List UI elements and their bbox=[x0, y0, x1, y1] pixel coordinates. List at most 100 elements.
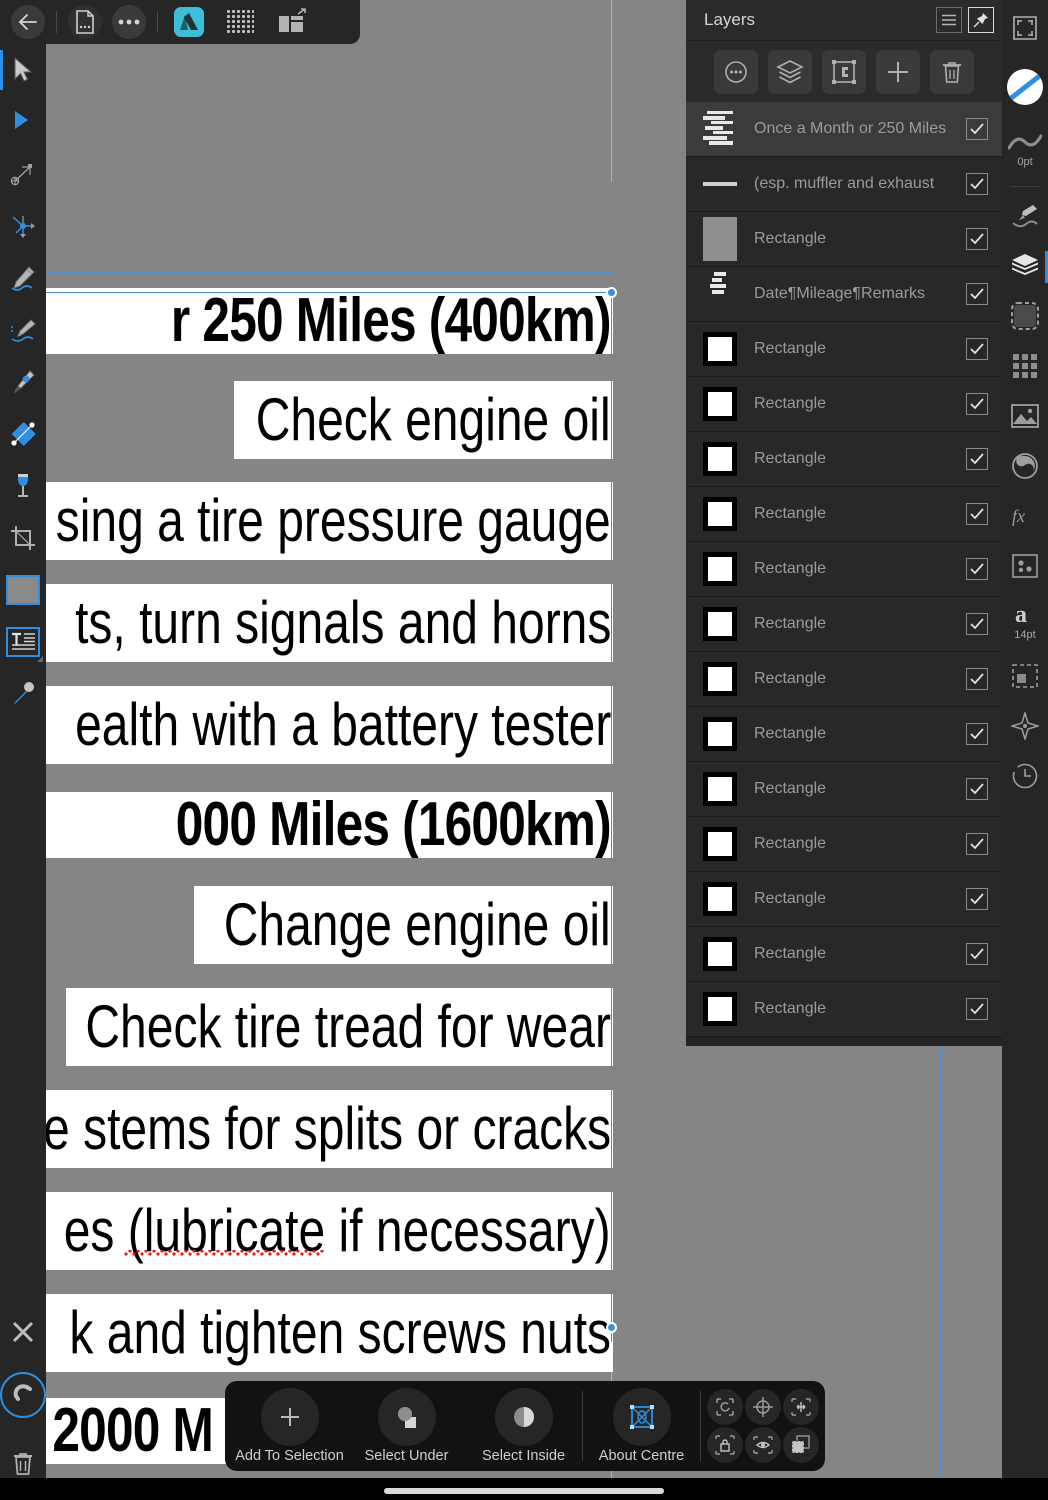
corner-tool[interactable] bbox=[0, 148, 46, 200]
rectangle-tool[interactable] bbox=[0, 564, 46, 616]
layers-list[interactable]: Once a Month or 250 Miles (esp. muffler … bbox=[686, 102, 1002, 1046]
context-toolbar[interactable]: Add To Selection Select Under Select Ins… bbox=[225, 1381, 825, 1471]
close-tools-button[interactable] bbox=[0, 1302, 46, 1362]
layer-row[interactable]: Rectangle bbox=[686, 927, 1002, 982]
selection-button[interactable] bbox=[1002, 291, 1048, 341]
layer-visibility-checkbox[interactable] bbox=[966, 228, 988, 250]
document-menu-button[interactable] bbox=[63, 4, 107, 40]
layer-row[interactable]: Rectangle bbox=[686, 322, 1002, 377]
layer-row[interactable]: Rectangle bbox=[686, 377, 1002, 432]
assets-button[interactable] bbox=[1002, 391, 1048, 441]
layer-row[interactable]: Rectangle bbox=[686, 597, 1002, 652]
duplicate-object-button[interactable] bbox=[783, 1427, 819, 1463]
canvas-text-row[interactable]: Check tire tread for wear bbox=[66, 988, 613, 1066]
top-toolbar[interactable] bbox=[0, 0, 360, 44]
canvas-text-row[interactable]: sing a tire pressure gauge bbox=[46, 482, 613, 560]
studio-sidebar[interactable]: 0pt fx a 14pt bbox=[1002, 0, 1048, 1500]
grid-studio-button[interactable] bbox=[1002, 341, 1048, 391]
selection-handle[interactable] bbox=[606, 287, 617, 298]
transform-tool[interactable] bbox=[0, 200, 46, 252]
mask-layer-button[interactable] bbox=[822, 49, 866, 94]
brushes-button[interactable] bbox=[1002, 191, 1048, 241]
crop-tool[interactable] bbox=[0, 512, 46, 564]
swatches-button[interactable] bbox=[1002, 541, 1048, 591]
layer-options-button[interactable] bbox=[714, 49, 758, 94]
tools-sidebar[interactable] bbox=[0, 0, 46, 1500]
rotation-mode-button[interactable] bbox=[707, 1389, 743, 1425]
layer-visibility-checkbox[interactable] bbox=[966, 943, 988, 965]
layer-row[interactable]: Rectangle bbox=[686, 652, 1002, 707]
history-button[interactable] bbox=[1002, 751, 1048, 801]
canvas-text-row[interactable]: Change engine oil bbox=[194, 886, 613, 964]
pencil-tool[interactable] bbox=[0, 252, 46, 304]
layer-visibility-checkbox[interactable] bbox=[966, 118, 988, 140]
frame-text-tool[interactable] bbox=[0, 616, 46, 668]
layer-visibility-checkbox[interactable] bbox=[966, 998, 988, 1020]
add-layer-button[interactable] bbox=[876, 49, 920, 94]
layer-stack-button[interactable] bbox=[768, 49, 812, 94]
layer-row[interactable]: Rectangle bbox=[686, 542, 1002, 597]
layer-row[interactable]: Rectangle bbox=[686, 762, 1002, 817]
canvas-text-row[interactable]: ts, turn signals and horns bbox=[46, 584, 613, 662]
canvas-text-row[interactable]: 000 Miles (1600km) bbox=[46, 792, 613, 858]
app-persona-button[interactable] bbox=[164, 4, 214, 40]
centre-point-button[interactable] bbox=[745, 1389, 781, 1425]
canvas-text-row[interactable]: k and tighten screws nuts bbox=[46, 1294, 613, 1372]
layer-visibility-checkbox[interactable] bbox=[966, 668, 988, 690]
layer-visibility-checkbox[interactable] bbox=[966, 448, 988, 470]
transform-studio-button[interactable] bbox=[1002, 651, 1048, 701]
layer-row[interactable]: Once a Month or 250 Miles bbox=[686, 102, 1002, 157]
canvas-text-row[interactable]: e stems for splits or cracks bbox=[46, 1090, 613, 1168]
layer-row[interactable]: Rectangle bbox=[686, 432, 1002, 487]
layer-row[interactable]: Date¶Mileage¶Remarks bbox=[686, 267, 1002, 322]
select-under-button[interactable]: Select Under bbox=[348, 1381, 465, 1471]
move-tool[interactable] bbox=[0, 44, 46, 96]
delete-layer-button[interactable] bbox=[930, 49, 974, 94]
export-persona-button[interactable] bbox=[266, 4, 318, 40]
canvas-text-row[interactable]: es (lubricate if necessary) bbox=[46, 1192, 613, 1270]
navigator-button[interactable] bbox=[1002, 701, 1048, 751]
layer-visibility-checkbox[interactable] bbox=[966, 338, 988, 360]
layer-row[interactable]: Rectangle bbox=[686, 487, 1002, 542]
stroke-button[interactable]: 0pt bbox=[1002, 118, 1048, 182]
layer-row[interactable]: Rectangle bbox=[686, 707, 1002, 762]
canvas-text-row[interactable]: Check engine oil bbox=[234, 381, 613, 459]
vector-brush-tool[interactable] bbox=[0, 304, 46, 356]
lock-object-button[interactable] bbox=[707, 1427, 743, 1463]
back-button[interactable] bbox=[6, 4, 50, 40]
layers-studio-button[interactable] bbox=[1002, 241, 1048, 291]
layer-visibility-checkbox[interactable] bbox=[966, 613, 988, 635]
layer-visibility-checkbox[interactable] bbox=[966, 778, 988, 800]
distribute-button[interactable] bbox=[783, 1389, 819, 1425]
selection-handle[interactable] bbox=[606, 1322, 617, 1333]
layer-row[interactable]: Rectangle bbox=[686, 817, 1002, 872]
effects-button[interactable]: fx bbox=[1002, 491, 1048, 541]
canvas-text-row[interactable]: r 250 Miles (400km) bbox=[46, 288, 613, 354]
context-mini-buttons[interactable] bbox=[707, 1389, 819, 1463]
more-options-button[interactable] bbox=[107, 4, 151, 40]
colour-picker-tool[interactable] bbox=[0, 668, 46, 720]
layer-row[interactable]: Rectangle bbox=[686, 212, 1002, 267]
layer-row[interactable]: Rectangle bbox=[686, 982, 1002, 1037]
gradient-tool[interactable] bbox=[0, 408, 46, 460]
layer-visibility-checkbox[interactable] bbox=[966, 558, 988, 580]
pin-panel-button[interactable] bbox=[968, 7, 994, 33]
fullscreen-button[interactable] bbox=[1002, 0, 1048, 56]
about-centre-button[interactable]: About Centre bbox=[583, 1381, 700, 1471]
layer-visibility-checkbox[interactable] bbox=[966, 283, 988, 305]
add-to-selection-button[interactable]: Add To Selection bbox=[231, 1381, 348, 1471]
fill-tool[interactable] bbox=[0, 460, 46, 512]
dot-grid-button[interactable] bbox=[214, 4, 266, 40]
text-style-button[interactable]: a 14pt bbox=[1002, 591, 1048, 651]
layer-row[interactable]: Rectangle bbox=[686, 872, 1002, 927]
layer-visibility-checkbox[interactable] bbox=[966, 723, 988, 745]
layers-panel[interactable]: Layers Once a Month or 250 Miles (esp. m… bbox=[686, 0, 1002, 1046]
panel-menu-button[interactable] bbox=[936, 7, 962, 33]
select-inside-button[interactable]: Select Inside bbox=[465, 1381, 582, 1471]
layer-visibility-checkbox[interactable] bbox=[966, 173, 988, 195]
colour-wheel-button[interactable] bbox=[1002, 441, 1048, 491]
layer-row[interactable]: (esp. muffler and exhaust bbox=[686, 157, 1002, 212]
layer-visibility-checkbox[interactable] bbox=[966, 833, 988, 855]
node-tool[interactable] bbox=[0, 96, 46, 148]
layers-toolbar[interactable] bbox=[686, 40, 1002, 102]
